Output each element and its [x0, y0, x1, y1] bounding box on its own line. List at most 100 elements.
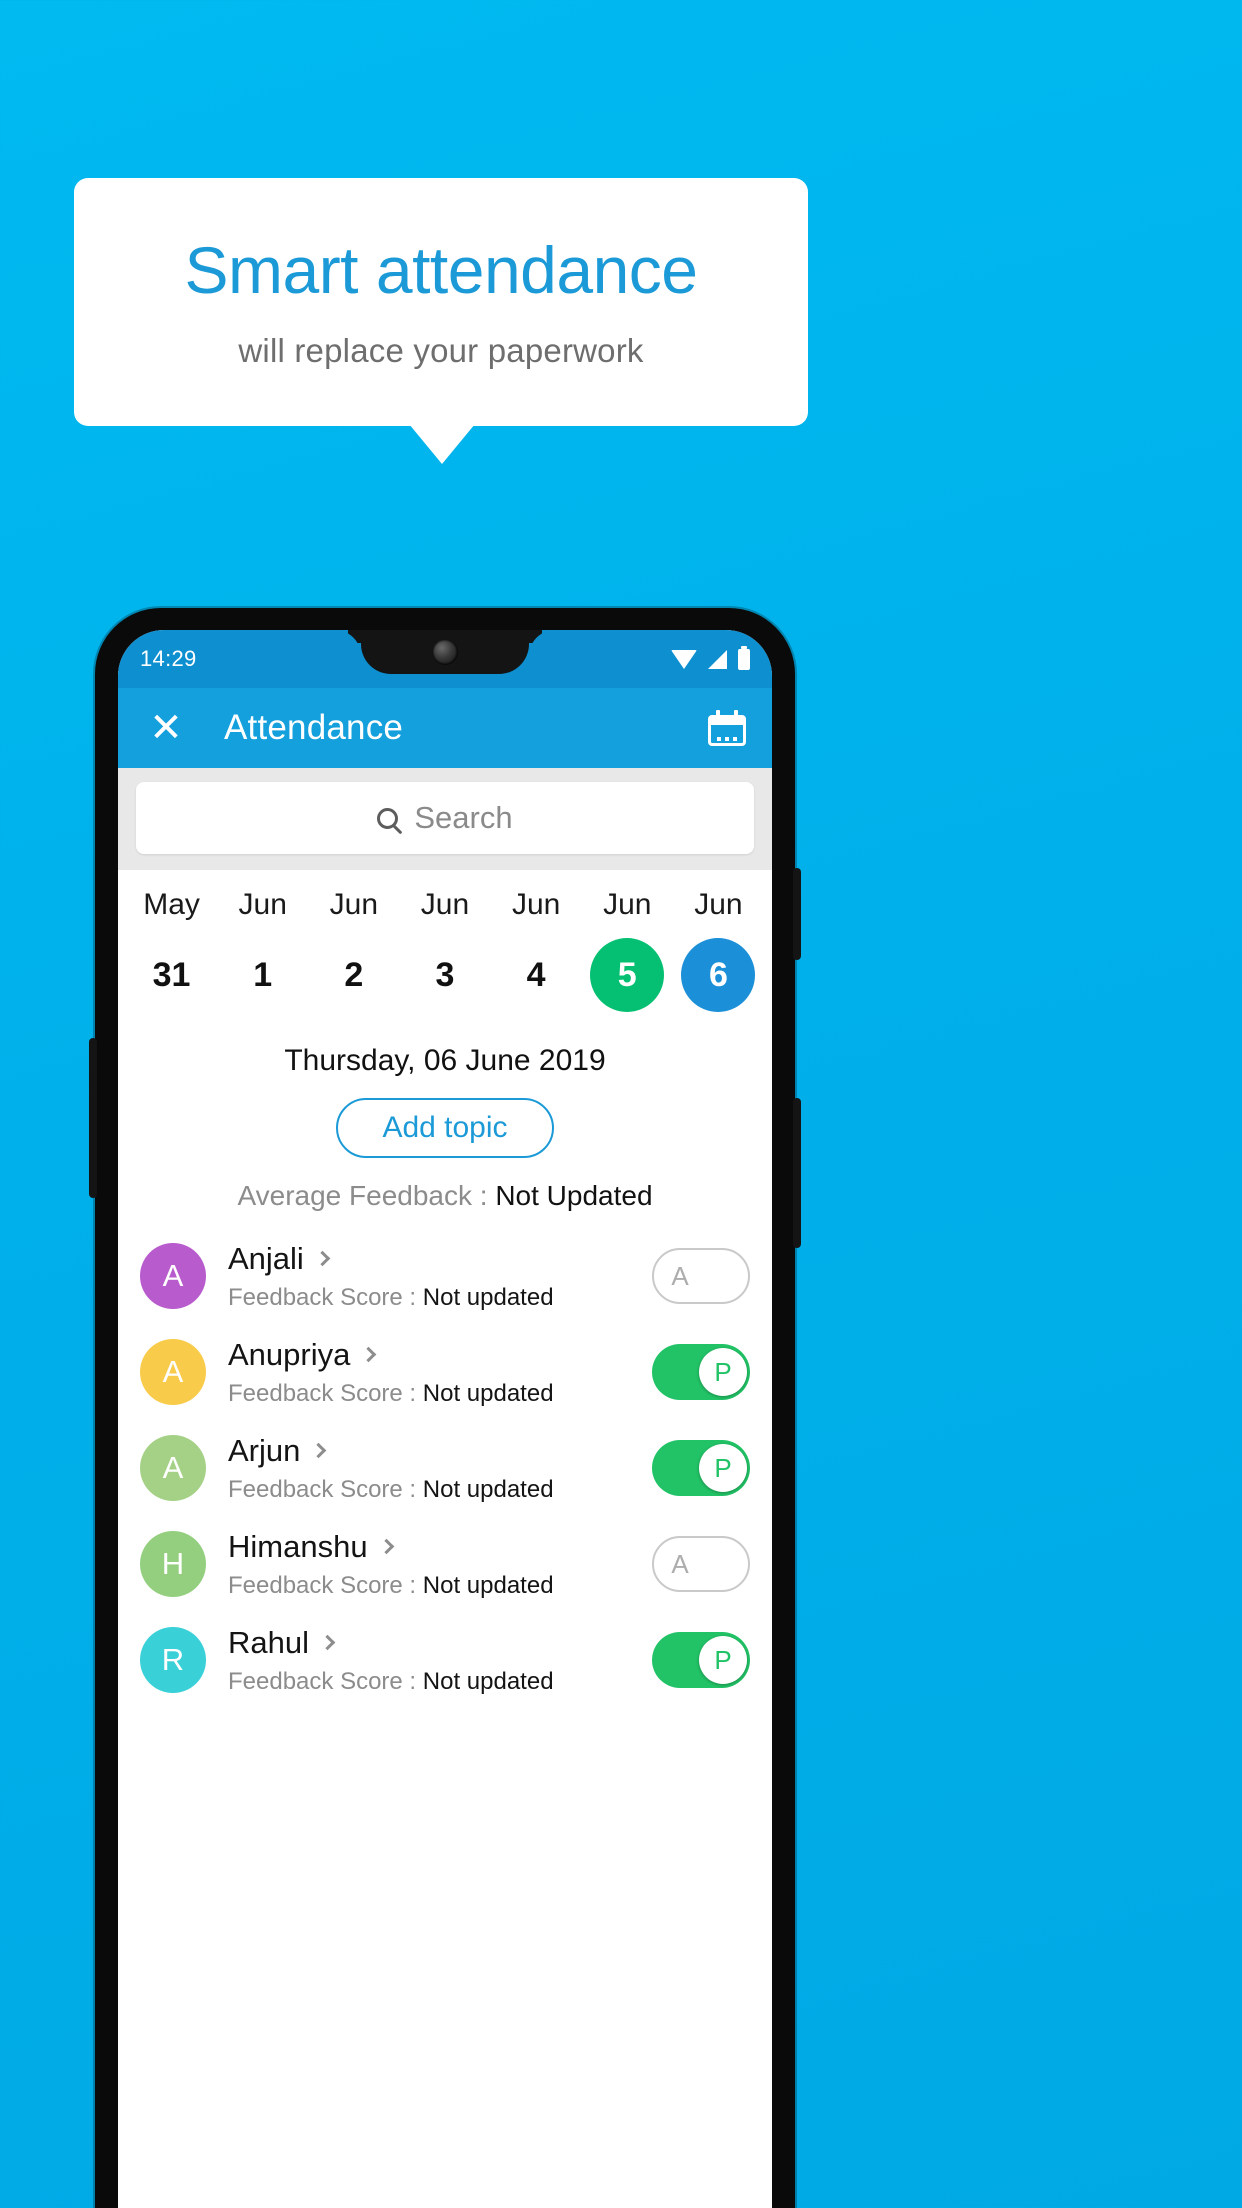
date-day: 1: [253, 956, 273, 994]
calendar-body: [708, 715, 746, 746]
add-topic-button[interactable]: Add topic: [336, 1098, 554, 1158]
date-day: 3: [435, 956, 455, 994]
attendance-toggle-knob: P: [699, 1444, 747, 1492]
app-bar: ✕ Attendance: [118, 688, 772, 768]
status-bar-clock: 14:29: [140, 646, 197, 671]
student-info: Anjali Feedback Score : Not updated: [228, 1241, 652, 1312]
student-info: Rahul Feedback Score : Not updated: [228, 1625, 652, 1696]
avatar: A: [140, 1435, 206, 1501]
feedback-score-label: Feedback Score :: [228, 1283, 423, 1311]
feedback-score-label: Feedback Score :: [228, 1571, 423, 1599]
search-input[interactable]: Search: [136, 782, 754, 854]
attendance-toggle[interactable]: A: [652, 1536, 750, 1592]
chevron-right-icon: [361, 1346, 377, 1363]
attendance-toggle-knob: A: [656, 1540, 704, 1588]
phone-screen: 14:29 ✕ Attendance Search May 31 Jun 1 J…: [118, 630, 772, 2208]
feedback-score-label: Feedback Score :: [228, 1667, 423, 1695]
chevron-right-icon: [319, 1634, 336, 1651]
table-row[interactable]: A Arjun Feedback Score : Not updated P: [118, 1420, 772, 1516]
student-name-row[interactable]: Arjun: [228, 1433, 652, 1469]
student-feedback: Feedback Score : Not updated: [228, 1284, 652, 1312]
date-cell-0[interactable]: May 31: [126, 888, 217, 1012]
search-placeholder: Search: [414, 800, 513, 835]
date-day: 2: [344, 956, 364, 994]
student-name-row[interactable]: Anjali: [228, 1241, 652, 1277]
wifi-icon: [671, 649, 697, 669]
avatar: H: [140, 1531, 206, 1597]
phone-volume-button[interactable]: [793, 1098, 801, 1248]
date-cell-3[interactable]: Jun 3: [399, 888, 490, 1012]
attendance-toggle-knob: P: [699, 1348, 747, 1396]
attendance-toggle-knob: P: [699, 1636, 747, 1684]
selected-date-label: Thursday, 06 June 2019: [284, 1044, 606, 1077]
search-area: Search: [118, 768, 772, 870]
date-cell-4[interactable]: Jun 4: [491, 888, 582, 1012]
search-icon: [377, 807, 399, 829]
promo-subtitle: will replace your paperwork: [238, 332, 644, 370]
table-row[interactable]: A Anupriya Feedback Score : Not updated …: [118, 1324, 772, 1420]
chevron-right-icon: [314, 1250, 331, 1267]
attendance-toggle[interactable]: P: [652, 1344, 750, 1400]
date-month: Jun: [238, 888, 287, 921]
page-title: Attendance: [224, 708, 404, 747]
student-feedback: Feedback Score : Not updated: [228, 1668, 652, 1696]
table-row[interactable]: R Rahul Feedback Score : Not updated P: [118, 1612, 772, 1708]
feedback-score-value: Not updated: [422, 1379, 554, 1407]
date-day-selected: 6: [681, 938, 756, 1012]
student-info: Himanshu Feedback Score : Not updated: [228, 1529, 652, 1600]
close-icon[interactable]: ✕: [144, 708, 188, 748]
date-cell-2[interactable]: Jun 2: [308, 888, 399, 1012]
promo-title: Smart attendance: [184, 232, 698, 307]
add-topic-row: Add topic: [118, 1098, 772, 1158]
student-name: Himanshu: [228, 1528, 368, 1564]
signal-icon: [708, 649, 727, 669]
student-feedback: Feedback Score : Not updated: [228, 1476, 652, 1504]
student-name-row[interactable]: Anupriya: [228, 1337, 652, 1373]
feedback-score-value: Not updated: [422, 1475, 554, 1503]
student-name: Anupriya: [228, 1336, 351, 1372]
student-info: Anupriya Feedback Score : Not updated: [228, 1337, 652, 1408]
feedback-score-label: Feedback Score :: [228, 1379, 423, 1407]
date-cell-6[interactable]: Jun 6: [673, 888, 764, 1012]
date-strip: May 31 Jun 1 Jun 2 Jun 3 Jun 4 Jun 5 Jun…: [118, 870, 772, 1018]
feedback-score-label: Feedback Score :: [228, 1475, 423, 1503]
student-name-row[interactable]: Himanshu: [228, 1529, 652, 1565]
average-feedback-label: Average Feedback :: [237, 1180, 496, 1211]
phone-power-button[interactable]: [793, 868, 801, 960]
calendar-icon[interactable]: [708, 710, 746, 746]
phone-mockup: 14:29 ✕ Attendance Search May 31 Jun 1 J…: [89, 608, 801, 2208]
table-row[interactable]: A Anjali Feedback Score : Not updated A: [118, 1228, 772, 1324]
table-row[interactable]: H Himanshu Feedback Score : Not updated …: [118, 1516, 772, 1612]
date-month: Jun: [511, 888, 561, 921]
date-month: Jun: [694, 888, 743, 921]
date-month: May: [143, 888, 200, 921]
average-feedback: Average Feedback : Not Updated: [118, 1180, 772, 1212]
attendance-toggle[interactable]: P: [652, 1632, 750, 1688]
date-cell-1[interactable]: Jun 1: [217, 888, 308, 1012]
phone-side-button[interactable]: [89, 1038, 97, 1198]
student-feedback: Feedback Score : Not updated: [228, 1380, 652, 1408]
feedback-score-value: Not updated: [422, 1667, 554, 1695]
chevron-right-icon: [311, 1442, 327, 1459]
date-day: 4: [526, 956, 546, 994]
front-camera-icon: [432, 639, 458, 665]
status-bar-icons: [671, 645, 750, 670]
promo-card-tail: [409, 424, 475, 464]
attendance-toggle[interactable]: P: [652, 1440, 750, 1496]
date-month: Jun: [420, 888, 470, 921]
student-feedback: Feedback Score : Not updated: [228, 1572, 652, 1600]
attendance-toggle-knob: A: [656, 1252, 704, 1300]
promo-card: Smart attendance will replace your paper…: [74, 178, 808, 426]
student-name: Arjun: [228, 1432, 301, 1468]
student-name-row[interactable]: Rahul: [228, 1625, 652, 1661]
student-list: A Anjali Feedback Score : Not updated A …: [118, 1228, 772, 1708]
battery-icon: [738, 645, 750, 670]
attendance-toggle[interactable]: A: [652, 1248, 750, 1304]
calendar-dots: [717, 737, 737, 741]
student-name: Rahul: [228, 1624, 309, 1660]
student-info: Arjun Feedback Score : Not updated: [228, 1433, 652, 1504]
feedback-score-value: Not updated: [422, 1571, 554, 1599]
student-name: Anjali: [228, 1240, 304, 1276]
date-cell-5[interactable]: Jun 5: [582, 888, 673, 1012]
chevron-right-icon: [378, 1538, 394, 1555]
